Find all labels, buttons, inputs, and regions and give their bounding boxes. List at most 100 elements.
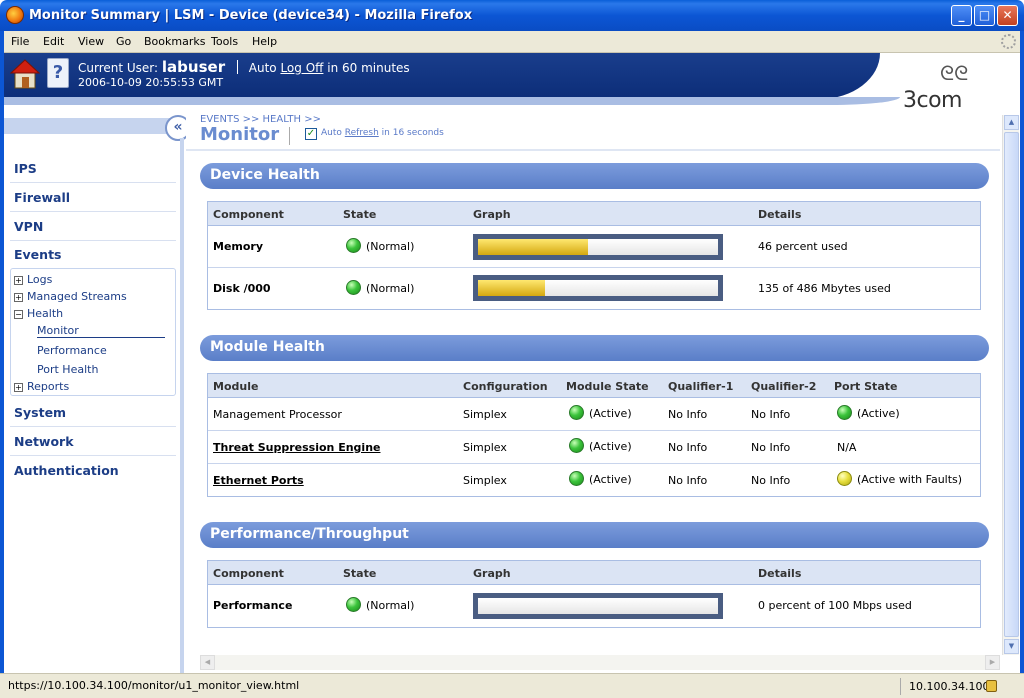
nav-network[interactable]: Network [14,434,74,449]
qualifier-2: No Info [751,441,791,454]
config-text: Simplex [463,441,507,454]
maximize-button[interactable]: □ [974,5,995,26]
auto-refresh-checkbox[interactable]: ✓ [305,128,317,140]
3com-logo-mark: ᘓᘓ [940,61,969,85]
tree-item-performance[interactable]: Performance [37,344,107,357]
nav-authentication[interactable]: Authentication [14,463,119,478]
status-green-icon [346,280,361,295]
window-title: Monitor Summary | LSM - Device (device34… [29,8,473,23]
qualifier-2: No Info [751,408,791,421]
component-name: Disk /000 [213,282,271,295]
menu-bookmarks[interactable]: Bookmarks [144,35,205,48]
component-name: Memory [213,240,264,253]
auto-refresh: ✓ Auto Refresh in 16 seconds [305,128,444,140]
state-text: (Active) [589,440,632,453]
horizontal-scrollbar[interactable]: ◀ ▶ [200,655,1000,670]
module-name: Management Processor [213,408,342,421]
status-green-icon [837,405,852,420]
component-name: Performance [213,599,293,612]
help-icon[interactable]: ? [47,58,69,88]
state-text: (Active) [589,407,632,420]
expand-icon[interactable]: + [14,293,23,302]
tree-item-logs[interactable]: + Logs [14,273,52,286]
module-state: (Active) [569,471,632,486]
collapse-icon[interactable]: − [14,310,23,319]
window-frame-right [1020,31,1024,698]
qualifier-1: No Info [668,441,708,454]
nav-ips[interactable]: IPS [14,161,37,176]
table-header: Component State Graph Details [208,561,980,585]
status-ip: 10.100.34.100 [900,678,990,695]
current-user-line: Current User: labuser Auto Log Off in 60… [78,58,410,76]
window-frame-left [0,31,4,698]
menu-tools[interactable]: Tools [211,35,238,48]
details-text: 0 percent of 100 Mbps used [758,599,912,612]
tree-item-reports[interactable]: + Reports [14,380,69,393]
throbber-icon [1001,34,1016,49]
refresh-link[interactable]: Refresh [345,128,379,138]
qualifier-1: No Info [668,408,708,421]
scroll-down-icon[interactable]: ▼ [1004,639,1019,654]
column-header: Configuration [463,380,548,393]
status-bar: https://10.100.34.100/monitor/u1_monitor… [0,673,1024,698]
status-yellow-icon [837,471,852,486]
column-header: Details [758,208,802,221]
status-green-icon [569,405,584,420]
details-text: 46 percent used [758,240,848,253]
module-state: (Active) [569,405,632,420]
scroll-thumb[interactable] [1004,132,1019,637]
sidebar: « IPS Firewall VPN Events + Logs + Managed… [4,115,191,673]
tree-item-monitor[interactable]: Monitor [37,324,165,338]
page-title: Monitor [200,124,280,145]
menu-view[interactable]: View [78,35,104,48]
column-header: State [343,567,377,580]
performance-header: Performance/Throughput [200,522,989,548]
usage-bar-fill [478,239,589,255]
tree-item-managed-streams[interactable]: + Managed Streams [14,290,127,303]
menu-go[interactable]: Go [116,35,131,48]
module-link[interactable]: Threat Suppression Engine [213,441,380,454]
status-url: https://10.100.34.100/monitor/u1_monitor… [8,679,300,692]
port-state: (Active) [837,405,900,420]
menu-file[interactable]: File [11,35,29,48]
nav-firewall[interactable]: Firewall [14,190,70,205]
status-green-icon [569,471,584,486]
expand-icon[interactable]: + [14,383,23,392]
tree-item-port-health[interactable]: Port Health [37,363,98,376]
scroll-up-icon[interactable]: ▲ [1004,115,1019,130]
table-header: Component State Graph Details [208,202,980,226]
tree-label: Reports [27,380,70,393]
nav-vpn[interactable]: VPN [14,219,43,234]
qualifier-2: No Info [751,474,791,487]
tree-item-health[interactable]: − Health [14,307,63,320]
state-text: (Normal) [366,599,415,612]
state-text: (Active) [589,473,632,486]
nav-system[interactable]: System [14,405,66,420]
window-titlebar[interactable]: Monitor Summary | LSM - Device (device34… [0,0,1024,31]
main-content: EVENTS >> HEALTH >> Monitor ✓ Auto Refres… [186,114,1000,654]
logoff-link[interactable]: Log Off [280,61,323,75]
firefox-icon [6,6,24,24]
home-icon[interactable] [10,58,40,90]
menu-edit[interactable]: Edit [43,35,64,48]
minimize-button[interactable]: _ [951,5,972,26]
table-row: Performance (Normal) 0 percent of 100 Mb… [208,585,980,627]
close-button[interactable]: ✕ [997,5,1018,26]
nav-events[interactable]: Events [14,247,61,262]
module-link[interactable]: Ethernet Ports [213,474,304,487]
header-separator [236,60,238,74]
usage-bar [473,234,723,260]
username: labuser [161,58,226,76]
lock-icon[interactable] [986,680,997,692]
port-state: N/A [837,441,857,454]
table-row: Threat Suppression Engine Simplex (Activ… [208,431,980,464]
column-header: Component [213,567,284,580]
menu-help[interactable]: Help [252,35,277,48]
scroll-right-icon[interactable]: ▶ [985,655,1000,670]
column-header: Qualifier-2 [751,380,817,393]
vertical-scrollbar[interactable]: ▲ ▼ [1002,115,1019,655]
state-cell: (Normal) [346,280,414,295]
scroll-left-icon[interactable]: ◀ [200,655,215,670]
expand-icon[interactable]: + [14,276,23,285]
device-health-header: Device Health [200,163,989,189]
